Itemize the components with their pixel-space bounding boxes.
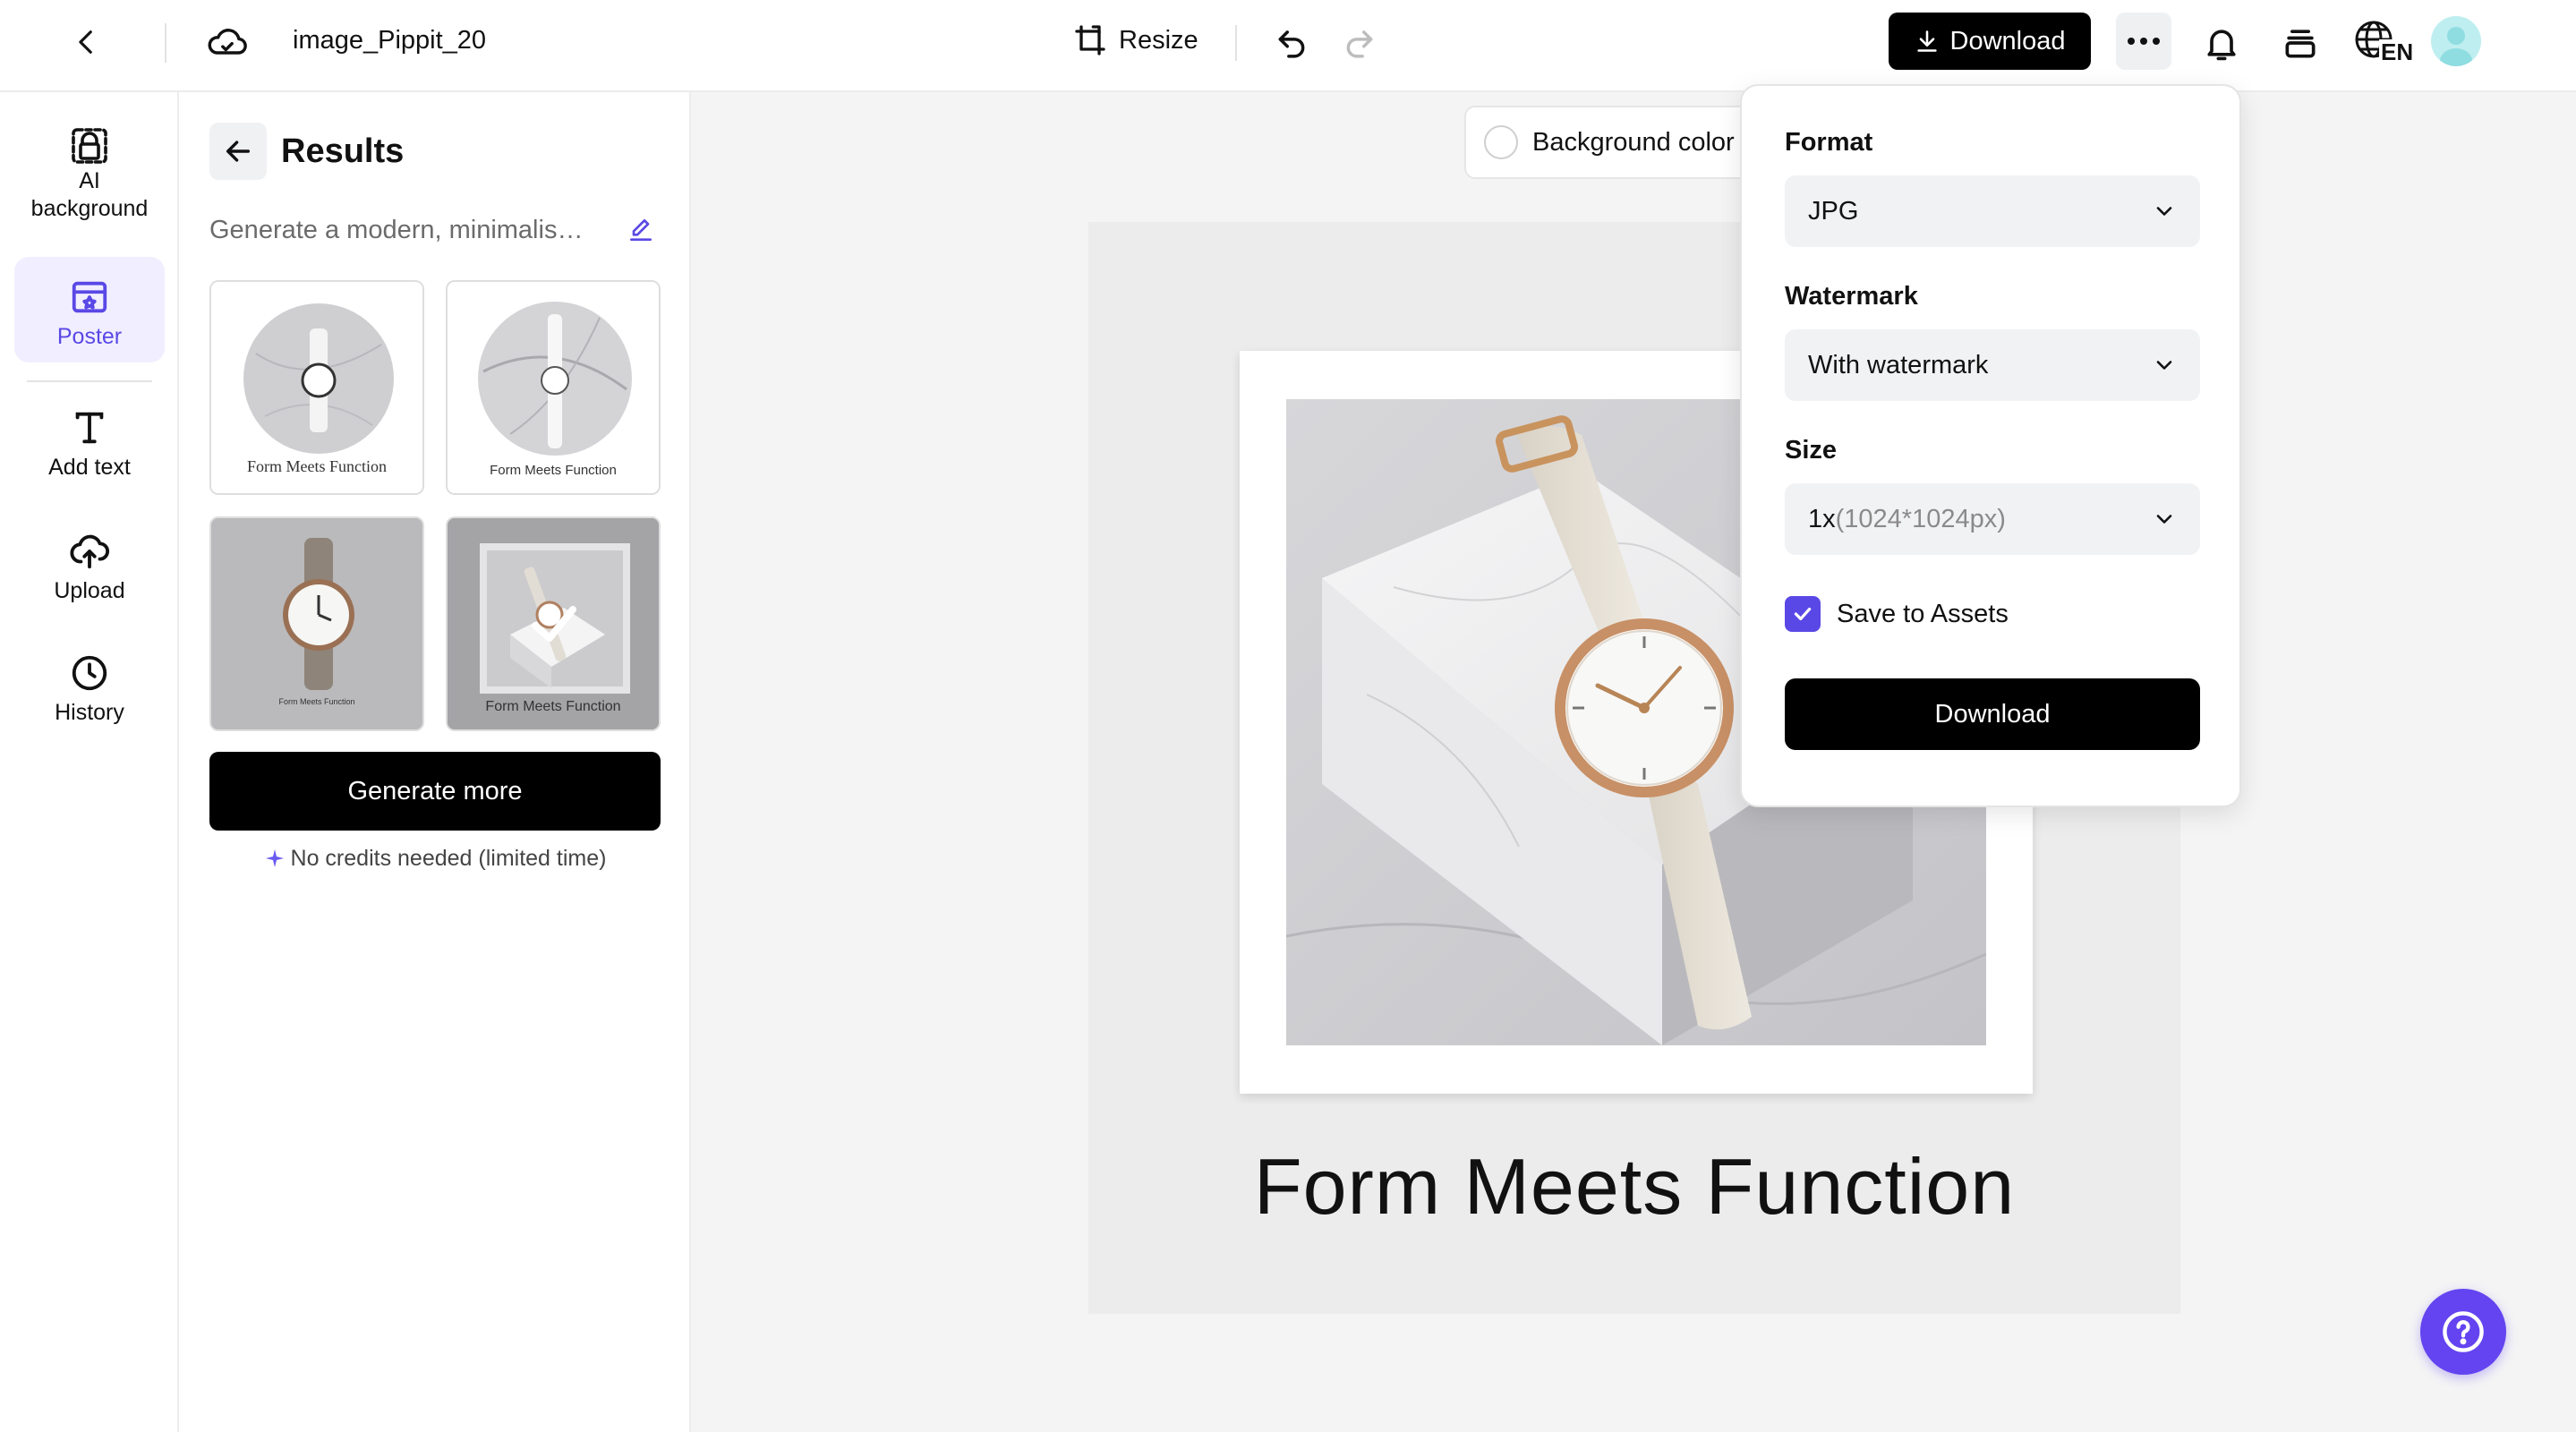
ai-background-icon (68, 124, 111, 167)
save-to-assets-label: Save to Assets (1837, 599, 2009, 628)
color-swatch (1484, 125, 1518, 159)
more-options-button[interactable] (2116, 13, 2171, 70)
poster-icon (69, 277, 110, 318)
sparkle-icon (264, 848, 286, 869)
rail-item-upload[interactable]: Upload (14, 531, 165, 620)
confirm-download-button[interactable]: Download (1785, 678, 2200, 750)
upload-icon (69, 531, 110, 572)
result-thumbnail-3[interactable]: Form Meets Function (209, 516, 424, 731)
rail-item-ai-background[interactable]: AI background (14, 119, 165, 235)
chevron-down-icon (2152, 199, 2177, 224)
rail-item-poster[interactable]: Poster (14, 257, 165, 362)
credits-note: No credits needed (limited time) (209, 842, 661, 874)
download-icon (1915, 29, 1940, 54)
arrow-left-icon (223, 136, 253, 166)
divider (165, 23, 166, 63)
rail-item-label: Add text (48, 455, 131, 480)
top-bar: image_Pippit_20 Resize Download EN (0, 0, 2576, 92)
back-arrow-icon[interactable] (66, 21, 107, 63)
thumbnail-caption: Form Meets Function (490, 463, 617, 478)
results-back-button[interactable] (209, 123, 267, 180)
size-multiplier: 1x (1808, 504, 1836, 533)
format-value: JPG (1808, 196, 1859, 226)
thumbnail-caption: Form Meets Function (247, 457, 387, 475)
checkmark-icon (1794, 607, 1812, 621)
chevron-down-icon (2152, 507, 2177, 532)
size-dimensions: (1024*1024px) (1835, 504, 2006, 533)
format-label: Format (1785, 128, 1873, 157)
format-select[interactable]: JPG (1785, 175, 2200, 247)
left-toolbar: AI background Poster Add text Upload His… (0, 92, 179, 1432)
file-name[interactable]: image_Pippit_20 (293, 23, 486, 57)
background-color-label: Background color (1532, 127, 1735, 157)
generate-more-button[interactable]: Generate more (209, 752, 661, 831)
prompt-text[interactable]: Generate a modern, minimalist ... (209, 212, 585, 248)
save-to-assets-checkbox[interactable] (1785, 596, 1821, 632)
result-thumbnail-1[interactable]: Form Meets Function (209, 280, 424, 495)
resize-icon (1072, 22, 1108, 58)
text-icon (69, 407, 110, 448)
help-button[interactable] (2420, 1289, 2506, 1375)
cloud-sync-icon[interactable] (202, 20, 252, 64)
download-button[interactable]: Download (1889, 13, 2091, 70)
poster-title[interactable]: Form Meets Function (1088, 1142, 2180, 1232)
bell-icon[interactable] (2196, 18, 2247, 68)
rail-item-label: Poster (56, 324, 123, 349)
rail-item-add-text[interactable]: Add text (14, 407, 165, 497)
rail-divider (27, 380, 152, 382)
download-label: Download (1949, 26, 2066, 55)
result-thumbnail-2[interactable]: Form Meets Function (446, 280, 661, 495)
divider (1235, 25, 1237, 61)
rail-item-label: Upload (54, 578, 125, 603)
size-select[interactable]: 1x(1024*1024px) (1785, 483, 2200, 555)
rail-item-label: History (55, 700, 124, 725)
edit-pencil-icon[interactable] (623, 212, 659, 248)
rail-item-label: AI background (30, 168, 149, 221)
history-icon (69, 652, 110, 694)
results-panel: Results Generate a modern, minimalist ..… (179, 92, 691, 1432)
credits-text: No credits needed (limited time) (290, 846, 607, 871)
redo-icon[interactable] (1337, 20, 1382, 64)
panel-title: Results (281, 132, 405, 170)
more-dots-icon (2127, 37, 2161, 46)
chevron-down-icon (2152, 353, 2177, 378)
thumbnail-caption: Form Meets Function (278, 697, 355, 706)
undo-icon[interactable] (1269, 20, 1314, 64)
result-thumbnail-4-selected[interactable]: Form Meets Function (446, 516, 661, 731)
avatar[interactable] (2431, 16, 2481, 66)
help-question-icon (2440, 1308, 2486, 1355)
download-options-popover: Format JPG Watermark With watermark Size… (1740, 84, 2241, 807)
resize-label: Resize (1119, 25, 1198, 55)
watermark-label: Watermark (1785, 282, 1918, 311)
thumbnail-caption: Form Meets Function (485, 699, 621, 714)
size-label: Size (1785, 436, 1838, 465)
stack-icon[interactable] (2275, 18, 2325, 68)
watermark-select[interactable]: With watermark (1785, 329, 2200, 401)
language-code: EN (2379, 38, 2416, 65)
rail-item-history[interactable]: History (14, 652, 165, 742)
watermark-value: With watermark (1808, 350, 1989, 379)
language-globe-icon[interactable]: EN (2350, 14, 2416, 70)
background-color-button[interactable]: Background color (1464, 106, 1751, 179)
resize-button[interactable]: Resize (1072, 18, 1198, 63)
save-to-assets-row[interactable]: Save to Assets (1785, 596, 2009, 632)
size-value: 1x(1024*1024px) (1808, 505, 2152, 534)
